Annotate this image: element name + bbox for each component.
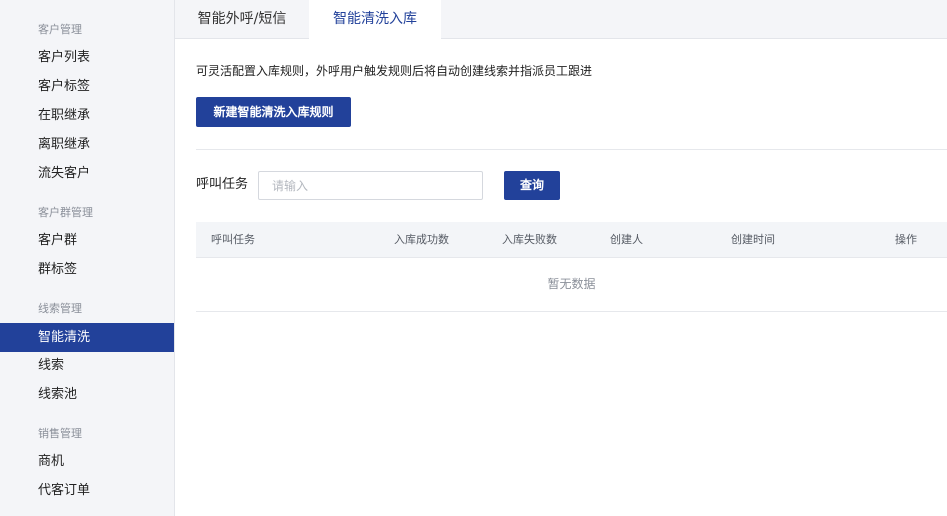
table-empty-state: 暂无数据 [196,258,947,312]
column-header-failure-count: 入库失败数 [502,233,557,246]
sidebar-item-departed-inherit[interactable]: 离职继承 [0,130,174,159]
app-root: 客户管理 客户列表 客户标签 在职继承 离职继承 流失客户 客户群管理 客户群 … [0,0,947,516]
sidebar-item-smart-cleaning[interactable]: 智能清洗 [0,323,174,352]
main-panel: 智能外呼/短信 智能清洗入库 可灵活配置入库规则，外呼用户触发规则后将自动创建线… [175,0,947,516]
column-header-created-time: 创建时间 [731,233,775,246]
sidebar-item-customer-groups[interactable]: 客户群 [0,226,174,255]
call-task-filter-label: 呼叫任务 [196,177,249,192]
sidebar-item-group-tags[interactable]: 群标签 [0,255,174,284]
query-button[interactable]: 查询 [504,171,560,200]
column-header-creator: 创建人 [610,233,643,246]
sidebar-item-lead-pool[interactable]: 线索池 [0,380,174,409]
table-header: 呼叫任务 入库成功数 入库失败数 创建人 创建时间 操作 [196,222,947,258]
sidebar-item-proxy-orders[interactable]: 代客订单 [0,476,174,505]
column-header-success-count: 入库成功数 [394,233,449,246]
sidebar-group-title-groups: 客户群管理 [38,206,93,219]
column-header-call-task: 呼叫任务 [211,233,255,246]
column-header-actions: 操作 [895,233,917,246]
sidebar-group-title-sales: 销售管理 [38,427,82,440]
tab-smart-cleaning-import[interactable]: 智能清洗入库 [309,0,441,39]
new-rule-button[interactable]: 新建智能清洗入库规则 [196,97,351,127]
sidebar-group-title-customer: 客户管理 [38,23,82,36]
rules-table: 呼叫任务 入库成功数 入库失败数 创建人 创建时间 操作 暂无数据 [196,222,947,312]
sidebar-item-customer-list[interactable]: 客户列表 [0,43,174,72]
sidebar-item-leads[interactable]: 线索 [0,351,174,380]
sidebar-item-customer-tags[interactable]: 客户标签 [0,72,174,101]
sidebar: 客户管理 客户列表 客户标签 在职继承 离职继承 流失客户 客户群管理 客户群 … [0,0,175,516]
sidebar-item-lost-customers[interactable]: 流失客户 [0,159,174,188]
sidebar-item-active-inherit[interactable]: 在职继承 [0,101,174,130]
sidebar-group-title-leads: 线索管理 [38,302,82,315]
sidebar-item-opportunities[interactable]: 商机 [0,447,174,476]
call-task-input[interactable] [258,171,483,200]
page-description: 可灵活配置入库规则，外呼用户触发规则后将自动创建线索并指派员工跟进 [196,64,593,78]
tab-bar: 智能外呼/短信 智能清洗入库 [175,0,947,39]
section-divider [196,149,947,150]
tab-smart-outbound-sms[interactable]: 智能外呼/短信 [175,0,309,38]
